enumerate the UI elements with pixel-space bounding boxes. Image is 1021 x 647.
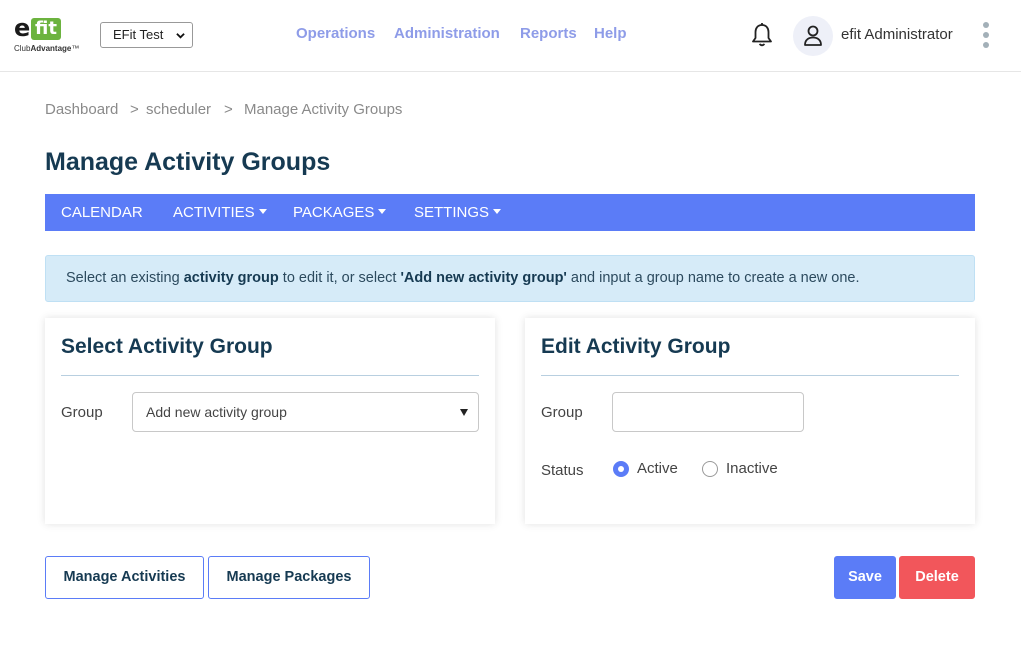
bell-icon[interactable] [750,22,774,48]
group-name-input[interactable] [612,392,804,432]
edit-card-title: Edit Activity Group [541,335,731,358]
caret-down-icon [460,409,468,416]
subnav-activities-label: ACTIVITIES [173,204,255,221]
nav-administration[interactable]: Administration [394,25,500,42]
divider [61,375,479,376]
top-header: e fit ClubAdvantage™ EFit Test Operation… [0,0,1021,72]
page-title: Manage Activity Groups [45,148,331,176]
edit-activity-group-card: Edit Activity Group Group Status Active … [525,318,975,524]
breadcrumb-dashboard[interactable]: Dashboard [45,101,118,118]
logo-sub-brand: Advantage [30,44,72,53]
chevron-down-icon [176,33,185,39]
save-button[interactable]: Save [834,556,896,599]
subnav-packages[interactable]: PACKAGES [293,204,387,221]
club-select[interactable]: EFit Test [100,22,193,48]
caret-down-icon [258,209,267,214]
subnav-activities[interactable]: ACTIVITIES [173,204,267,221]
breadcrumb-scheduler[interactable]: scheduler [146,101,211,118]
subnav-settings[interactable]: SETTINGS [414,204,502,221]
status-inactive-label[interactable]: Inactive [726,460,778,477]
caret-down-icon [493,209,502,214]
status-active-radio[interactable] [613,461,629,477]
status-inactive-radio[interactable] [702,461,718,477]
status-active-label[interactable]: Active [637,460,678,477]
nav-help[interactable]: Help [594,25,627,42]
alert-text: to edit it, or select [278,270,401,286]
efit-logo[interactable]: e fit ClubAdvantage™ [14,16,86,56]
group-name-label: Group [541,404,583,421]
nav-operations[interactable]: Operations [296,25,375,42]
logo-subtitle: ClubAdvantage™ [14,44,79,53]
select-activity-group-card: Select Activity Group Group Add new acti… [45,318,495,524]
status-label: Status [541,462,584,479]
username[interactable]: efit Administrator [841,26,953,43]
breadcrumb-current: Manage Activity Groups [244,101,403,118]
user-icon [804,25,822,46]
logo-fit-badge: fit [31,18,61,40]
alert-text: and input a group name to create a new o… [566,270,860,286]
logo-mark: e fit [14,16,62,42]
club-select-value: EFit Test [113,27,164,42]
scheduler-subnav: CALENDAR ACTIVITIES PACKAGES SETTINGS [45,194,975,231]
select-card-title: Select Activity Group [61,335,273,358]
kebab-menu-icon[interactable] [983,22,989,48]
alert-bold: activity group [183,270,279,286]
manage-packages-button[interactable]: Manage Packages [208,556,370,599]
breadcrumb-separator: > [130,101,139,118]
avatar[interactable] [793,16,833,56]
info-alert: Select an existing activity group to edi… [45,255,975,302]
subnav-calendar[interactable]: CALENDAR [61,204,143,221]
caret-down-icon [378,209,387,214]
subnav-calendar-label: CALENDAR [61,204,143,221]
alert-bold: 'Add new activity group' [400,270,567,286]
delete-button[interactable]: Delete [899,556,975,599]
group-label: Group [61,404,103,421]
breadcrumb-separator: > [224,101,233,118]
logo-sub-prefix: Club [14,44,31,53]
manage-activities-button[interactable]: Manage Activities [45,556,204,599]
subnav-settings-label: SETTINGS [414,204,490,221]
group-select[interactable]: Add new activity group [132,392,479,432]
logo-sub-tm: ™ [71,44,80,53]
nav-reports[interactable]: Reports [520,25,577,42]
group-select-value: Add new activity group [146,404,287,420]
alert-text: Select an existing [66,270,184,286]
divider [541,375,959,376]
subnav-packages-label: PACKAGES [293,204,375,221]
